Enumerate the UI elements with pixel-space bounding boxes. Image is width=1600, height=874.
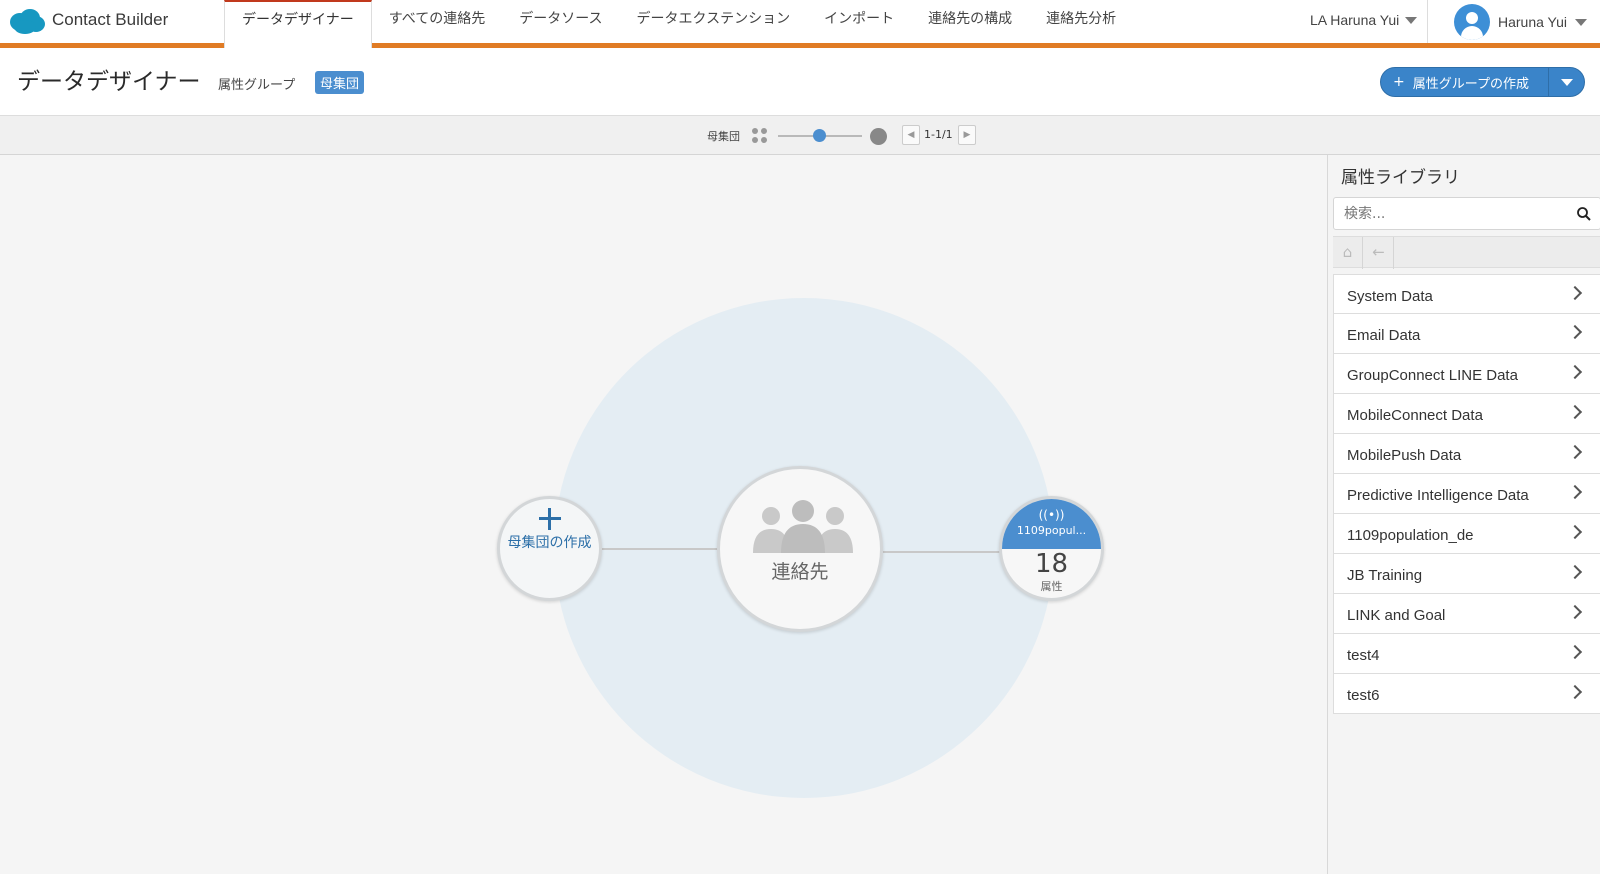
home-icon[interactable]: ⌂ bbox=[1333, 237, 1363, 269]
user-name: Haruna Yui bbox=[1498, 14, 1568, 30]
attribute-library-list: System Data Email Data GroupConnect LINE… bbox=[1333, 274, 1600, 714]
list-item[interactable]: Predictive Intelligence Data bbox=[1333, 474, 1600, 514]
contacts-node[interactable]: 連絡先 bbox=[717, 466, 883, 632]
chevron-right-icon bbox=[1567, 324, 1583, 340]
main-tabs: データデザイナー すべての連絡先 データソース データエクステンション インポー… bbox=[224, 0, 1133, 48]
search-input[interactable] bbox=[1344, 204, 1564, 224]
list-item-label: MobileConnect Data bbox=[1347, 407, 1483, 424]
population-name: 1109popul... bbox=[1016, 524, 1087, 537]
create-population-label: 母集団の作成 bbox=[507, 535, 592, 551]
divider bbox=[1427, 0, 1428, 43]
search-icon[interactable] bbox=[1577, 207, 1591, 221]
business-unit-label: LA Haruna Yui bbox=[1310, 12, 1400, 28]
app-name: Contact Builder bbox=[52, 10, 169, 29]
page-title: データデザイナー bbox=[17, 69, 201, 95]
chevron-right-icon bbox=[1567, 404, 1583, 420]
search-box bbox=[1333, 197, 1600, 230]
chevron-right-icon bbox=[1567, 444, 1583, 460]
chevron-right-icon bbox=[1567, 684, 1583, 700]
tab-data-sources[interactable]: データソース bbox=[502, 0, 619, 43]
next-page-button[interactable]: ▶ bbox=[958, 125, 976, 145]
library-navigation: ⌂ ← bbox=[1333, 236, 1600, 269]
list-item[interactable]: LINK and Goal bbox=[1333, 594, 1600, 634]
page-indicator: 1-1/1 bbox=[924, 128, 953, 141]
create-population-node[interactable]: 母集団の作成 bbox=[497, 496, 602, 601]
chevron-right-icon bbox=[1567, 604, 1583, 620]
chevron-down-icon bbox=[1405, 16, 1418, 24]
zoom-slider-handle[interactable] bbox=[813, 129, 826, 142]
list-item[interactable]: test6 bbox=[1333, 674, 1600, 714]
list-item-label: Predictive Intelligence Data bbox=[1347, 487, 1529, 504]
tab-data-extensions[interactable]: データエクステンション bbox=[620, 0, 808, 43]
plus-icon bbox=[538, 507, 562, 531]
chevron-right-icon bbox=[1567, 564, 1583, 580]
chevron-down-icon bbox=[1575, 18, 1588, 26]
list-item-label: Email Data bbox=[1347, 327, 1421, 344]
user-menu[interactable]: Haruna Yui bbox=[1454, 4, 1588, 40]
canvas-toolbar: 母集団 ◀ 1-1/1 ▶ bbox=[0, 116, 1600, 155]
list-item[interactable]: test4 bbox=[1333, 634, 1600, 674]
tab-import[interactable]: インポート bbox=[807, 0, 911, 43]
chevron-right-icon bbox=[1567, 644, 1583, 660]
list-item-label: test6 bbox=[1347, 687, 1380, 704]
chevron-down-icon bbox=[1560, 78, 1573, 86]
zoom-max-icon[interactable] bbox=[870, 128, 887, 145]
list-item-label: System Data bbox=[1347, 288, 1433, 305]
create-options-dropdown[interactable] bbox=[1548, 68, 1584, 96]
chevron-right-icon bbox=[1567, 364, 1583, 380]
list-item[interactable]: 1109population_de bbox=[1333, 514, 1600, 554]
list-item[interactable]: JB Training bbox=[1333, 554, 1600, 594]
connection-line bbox=[602, 548, 719, 550]
business-unit-switcher[interactable]: LA Haruna Yui bbox=[1310, 12, 1418, 28]
broadcast-icon: ((•)) bbox=[1038, 508, 1065, 522]
salesforce-cloud-icon[interactable] bbox=[8, 8, 46, 34]
tab-contact-configuration[interactable]: 連絡先の構成 bbox=[911, 0, 1029, 43]
list-item[interactable]: GroupConnect LINE Data bbox=[1333, 354, 1600, 394]
back-arrow-icon[interactable]: ← bbox=[1364, 237, 1394, 269]
plus-icon: + bbox=[1393, 74, 1405, 90]
create-button-label: 属性グループの作成 bbox=[1412, 76, 1529, 92]
connection-line bbox=[883, 551, 1001, 553]
chevron-right-icon bbox=[1567, 524, 1583, 540]
prev-page-button[interactable]: ◀ bbox=[902, 125, 920, 145]
attribute-unit: 属性 bbox=[1040, 580, 1063, 593]
list-item-label: LINK and Goal bbox=[1347, 607, 1446, 624]
list-item-label: MobilePush Data bbox=[1347, 447, 1462, 464]
list-item[interactable]: MobileConnect Data bbox=[1333, 394, 1600, 434]
breadcrumb-badge[interactable]: 母集団 bbox=[315, 71, 365, 94]
list-item-label: JB Training bbox=[1347, 567, 1423, 584]
tab-contact-analytics[interactable]: 連絡先分析 bbox=[1029, 0, 1133, 43]
create-attribute-group-button[interactable]: + 属性グループの作成 bbox=[1380, 67, 1585, 97]
page-header: データデザイナー 属性グループ 母集団 + 属性グループの作成 bbox=[0, 48, 1600, 116]
avatar bbox=[1454, 4, 1490, 40]
people-icon bbox=[753, 500, 853, 553]
breadcrumb[interactable]: 属性グループ bbox=[218, 74, 295, 93]
list-item-label: 1109population_de bbox=[1347, 527, 1474, 544]
tab-all-contacts[interactable]: すべての連絡先 bbox=[372, 0, 502, 43]
top-navigation: Contact Builder データデザイナー すべての連絡先 データソース … bbox=[0, 0, 1600, 48]
list-item[interactable]: System Data bbox=[1333, 274, 1600, 314]
list-item-label: test4 bbox=[1347, 647, 1380, 664]
list-item-label: GroupConnect LINE Data bbox=[1347, 367, 1518, 384]
contacts-label: 連絡先 bbox=[771, 561, 829, 583]
attribute-library-title: 属性ライブラリ bbox=[1341, 168, 1460, 188]
grid-view-icon[interactable] bbox=[752, 128, 768, 144]
toolbar-label: 母集団 bbox=[707, 130, 740, 143]
list-item[interactable]: Email Data bbox=[1333, 314, 1600, 354]
chevron-right-icon bbox=[1567, 285, 1583, 301]
tab-data-designer[interactable]: データデザイナー bbox=[224, 0, 372, 48]
attribute-count: 18 bbox=[1034, 549, 1069, 579]
attribute-library-panel: 属性ライブラリ ⌂ ← System Data Email Data Group… bbox=[1327, 155, 1600, 874]
chevron-right-icon bbox=[1567, 484, 1583, 500]
population-node-header: ((•)) 1109popul... bbox=[1002, 499, 1101, 549]
designer-canvas[interactable]: 母集団の作成 連絡先 ((•)) 1109popul... 18 属性 bbox=[0, 155, 1327, 874]
list-item[interactable]: MobilePush Data bbox=[1333, 434, 1600, 474]
population-node[interactable]: ((•)) 1109popul... 18 属性 bbox=[999, 496, 1104, 601]
